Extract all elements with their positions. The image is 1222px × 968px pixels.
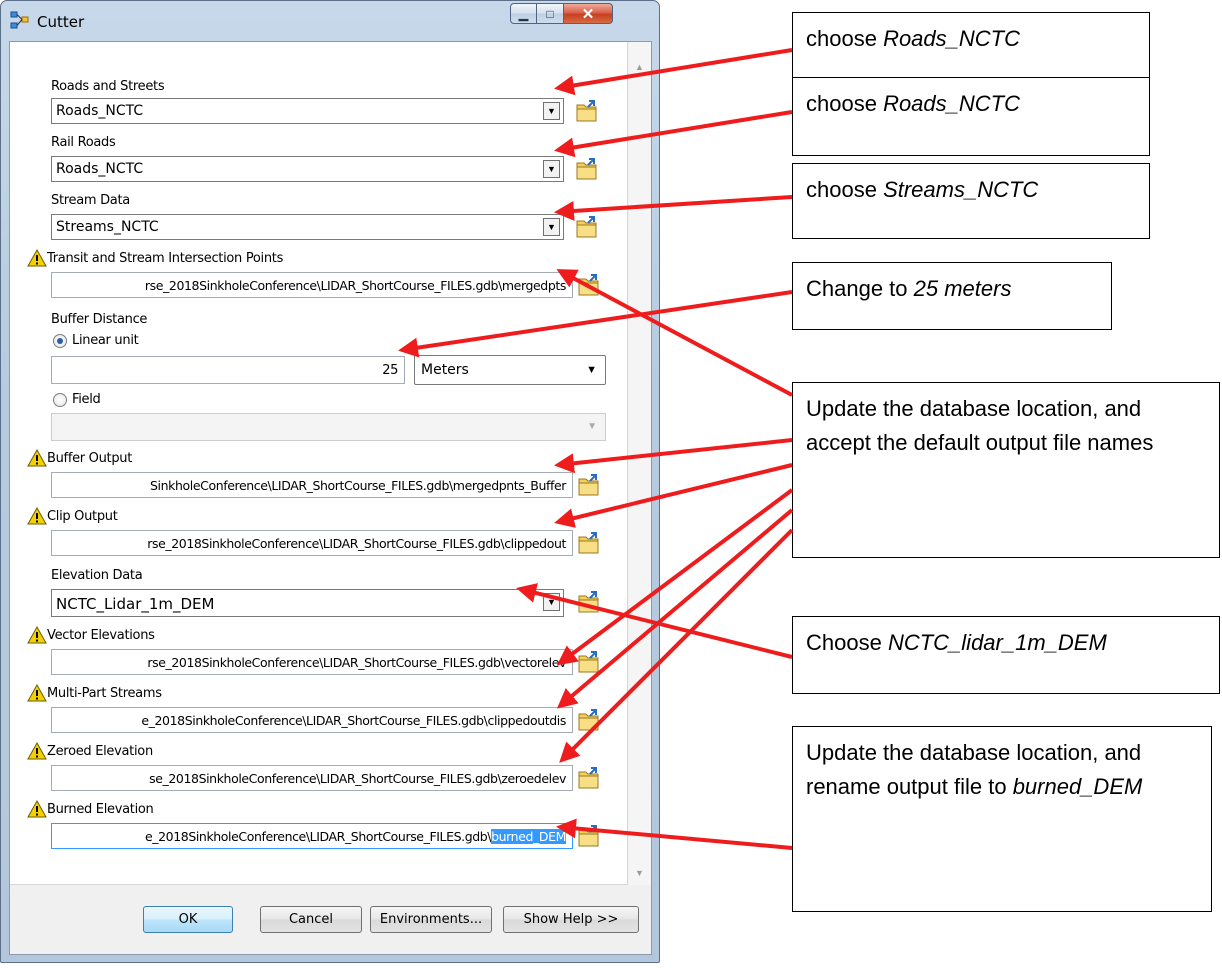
arrow-burned — [556, 818, 793, 850]
arrow-intersection — [556, 269, 793, 397]
annotation-arrows — [398, 48, 794, 850]
arrow-buffer — [398, 290, 793, 358]
arrow-rail — [554, 110, 793, 158]
arrow-roads — [554, 48, 793, 96]
arrow-clip-output — [554, 463, 793, 528]
arrow-vector-elev — [556, 488, 794, 666]
arrow-buffer-output — [554, 438, 793, 474]
arrow-streams — [554, 195, 793, 221]
arrow-elevation — [516, 583, 793, 659]
arrow-zeroed — [559, 528, 794, 763]
